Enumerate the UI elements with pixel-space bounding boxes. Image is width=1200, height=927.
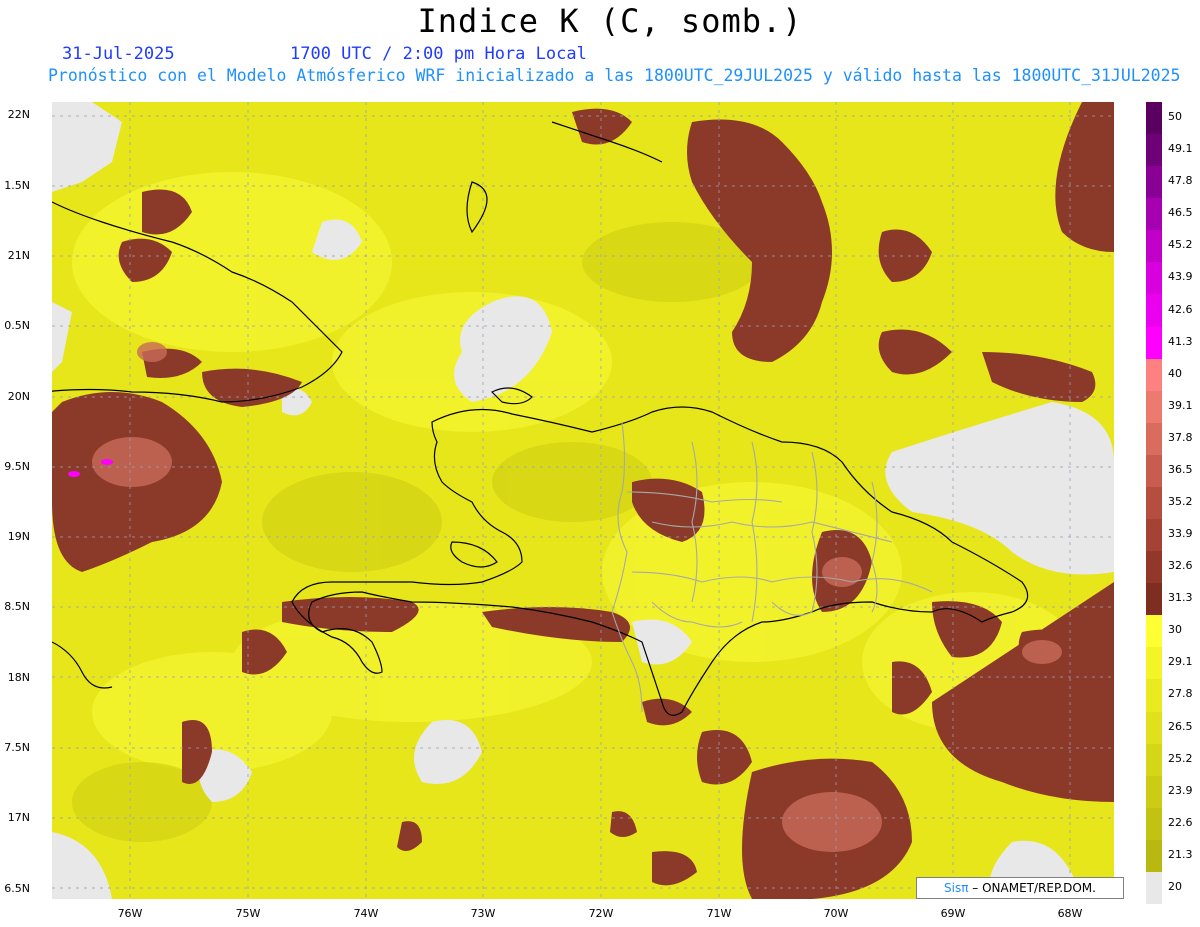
colorbar-label: 25.2 bbox=[1168, 751, 1193, 765]
colorbar-swatch bbox=[1146, 807, 1162, 841]
lon-label-68w: 68W bbox=[1057, 907, 1083, 920]
lon-label-73w: 73W bbox=[470, 907, 496, 920]
colorbar-swatch bbox=[1146, 358, 1162, 392]
colorbar-swatch bbox=[1146, 871, 1162, 905]
colorbar-swatch bbox=[1146, 519, 1162, 552]
lat-label-19n: 19N bbox=[7, 530, 30, 543]
map-panel bbox=[52, 102, 1114, 899]
colorbar-label: 30 bbox=[1168, 623, 1182, 637]
colorbar-swatch bbox=[1146, 647, 1162, 680]
lat-label-16-5n: 6.5N bbox=[4, 882, 30, 895]
colorbar-swatch bbox=[1146, 230, 1162, 263]
colorbar-label: 41.3 bbox=[1168, 334, 1193, 348]
colorbar-swatch bbox=[1146, 775, 1162, 809]
lat-label-22n: 22N bbox=[7, 108, 30, 121]
lat-label-21n: 21N bbox=[7, 249, 30, 262]
colorbar-label: 33.9 bbox=[1168, 527, 1193, 541]
colorbar-swatch bbox=[1146, 839, 1162, 873]
lat-label-21-5n: 1.5N bbox=[4, 179, 30, 192]
colorbar-swatch bbox=[1146, 615, 1162, 648]
credit-box: Sisπ – ONAMET/REP.DOM. bbox=[916, 877, 1124, 899]
colorbar-label: 36.5 bbox=[1168, 462, 1193, 476]
colorbar-swatch bbox=[1146, 743, 1162, 777]
lon-label-74w: 74W bbox=[353, 907, 379, 920]
colorbar-label: 50 bbox=[1168, 110, 1182, 124]
colorbar-label: 26.5 bbox=[1168, 719, 1193, 733]
lat-label-17n: 17N bbox=[7, 811, 30, 824]
colorbar-swatch bbox=[1146, 486, 1162, 520]
colorbar-label: 23.9 bbox=[1168, 783, 1193, 797]
colorbar-label: 43.9 bbox=[1168, 270, 1193, 284]
colorbar-label: 29.1 bbox=[1168, 655, 1193, 669]
colorbar-label: 39.1 bbox=[1168, 398, 1193, 412]
colorbar-swatch bbox=[1146, 134, 1162, 167]
colorbar-swatch bbox=[1146, 326, 1162, 360]
colorbar bbox=[1146, 102, 1162, 905]
credit-text: – ONAMET/REP.DOM. bbox=[968, 881, 1096, 895]
colorbar-label: 20 bbox=[1168, 879, 1182, 893]
map-field bbox=[52, 102, 1114, 899]
lat-label-17-5n: 7.5N bbox=[4, 741, 30, 754]
colorbar-swatch bbox=[1146, 583, 1162, 616]
valid-time: 1700 UTC / 2:00 pm Hora Local bbox=[290, 44, 587, 64]
sispi-logo: Sisπ bbox=[944, 881, 969, 895]
colorbar-swatch bbox=[1146, 166, 1162, 199]
colorbar-label: 27.8 bbox=[1168, 687, 1193, 701]
lon-label-70w: 70W bbox=[823, 907, 849, 920]
colorbar-swatch bbox=[1146, 422, 1162, 456]
colorbar-swatch bbox=[1146, 294, 1162, 328]
colorbar-label: 47.8 bbox=[1168, 174, 1193, 188]
lat-label-19-5n: 9.5N bbox=[4, 460, 30, 473]
lon-label-69w: 69W bbox=[940, 907, 966, 920]
colorbar-label: 37.8 bbox=[1168, 430, 1193, 444]
colorbar-label: 46.5 bbox=[1168, 206, 1193, 220]
colorbar-swatch bbox=[1146, 262, 1162, 295]
colorbar-swatch bbox=[1146, 454, 1162, 488]
colorbar-label: 45.2 bbox=[1168, 238, 1193, 252]
colorbar-swatch bbox=[1146, 102, 1162, 135]
lat-label-20-5n: 0.5N bbox=[4, 319, 30, 332]
colorbar-swatch bbox=[1146, 679, 1162, 713]
chart-title: Indice K (C, somb.) bbox=[417, 2, 803, 40]
model-subtitle: Pronóstico con el Modelo Atmósferico WRF… bbox=[48, 66, 1181, 85]
colorbar-label: 32.6 bbox=[1168, 559, 1193, 573]
colorbar-swatch bbox=[1146, 198, 1162, 231]
lat-label-18-5n: 8.5N bbox=[4, 600, 30, 613]
colorbar-label: 22.6 bbox=[1168, 815, 1193, 829]
colorbar-label: 42.6 bbox=[1168, 302, 1193, 316]
colorbar-label: 31.3 bbox=[1168, 591, 1193, 605]
colorbar-label: 21.3 bbox=[1168, 847, 1193, 861]
lon-label-71w: 71W bbox=[706, 907, 732, 920]
lon-label-72w: 72W bbox=[588, 907, 614, 920]
lon-label-75w: 75W bbox=[235, 907, 261, 920]
colorbar-label: 49.1 bbox=[1168, 142, 1193, 156]
lat-label-20n: 20N bbox=[7, 390, 30, 403]
forecast-date: 31-Jul-2025 bbox=[62, 44, 175, 64]
colorbar-swatch bbox=[1146, 390, 1162, 424]
colorbar-label: 35.2 bbox=[1168, 494, 1193, 508]
lat-label-18n: 18N bbox=[7, 671, 30, 684]
colorbar-swatch bbox=[1146, 551, 1162, 584]
lon-label-76w: 76W bbox=[117, 907, 143, 920]
colorbar-label: 40 bbox=[1168, 366, 1182, 380]
colorbar-swatch bbox=[1146, 711, 1162, 745]
